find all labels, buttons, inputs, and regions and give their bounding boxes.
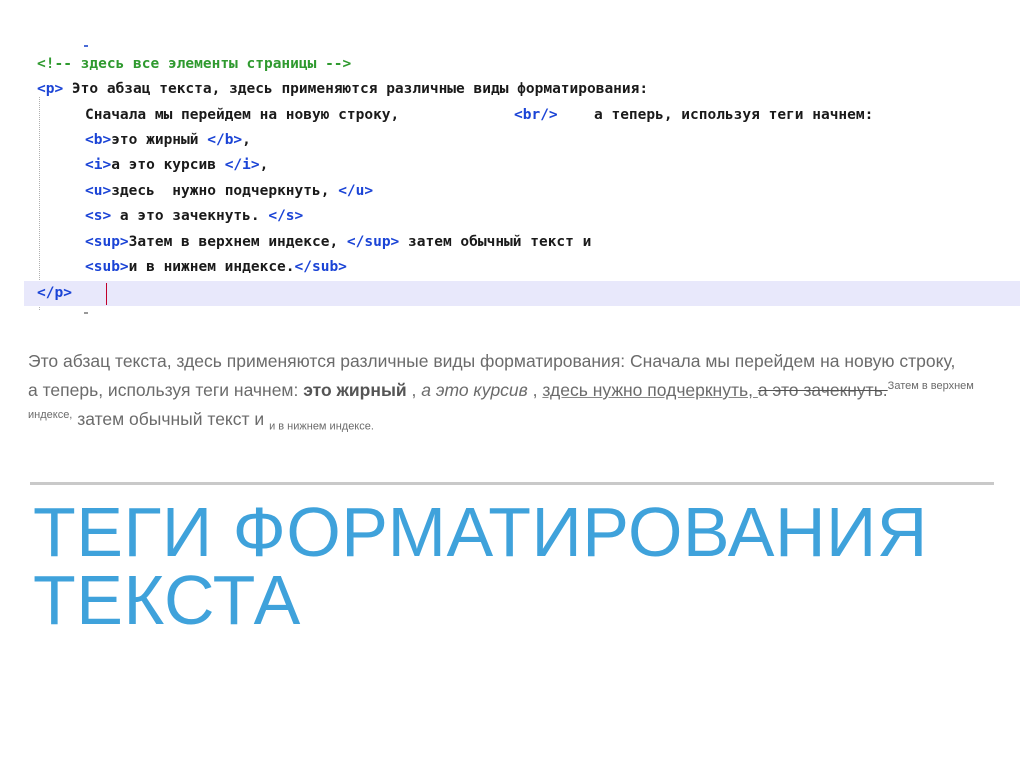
p-close-tag: </p>: [37, 285, 72, 301]
code-line-strike: <s> а это зачекнуть. </s>: [24, 204, 1020, 229]
p-open-tag: <p>: [37, 81, 64, 97]
rendered-lead: а теперь, используя теги начнем:: [28, 379, 304, 400]
code-line-comment: <!-- здесь все элементы страницы -->: [24, 52, 1020, 77]
br-after-text: а теперь, используя теги начнем:: [594, 107, 874, 123]
rendered-sub: и в нижнем индексе.: [269, 420, 374, 433]
code-line-bold: <b>это жирный </b>,: [24, 128, 1020, 153]
rendered-italic: а это курсив: [421, 379, 528, 400]
rendered-paragraph: Это абзац текста, здесь применяются разл…: [28, 349, 978, 439]
i-text: а это курсив: [111, 157, 225, 173]
sub-text: и в нижнем индексе.: [128, 259, 295, 275]
html-comment: <!-- здесь все элементы страницы -->: [37, 56, 352, 72]
slide-title: ТЕГИ ФОРМАТИРОВАНИЯ ТЕКСТА: [33, 493, 1013, 639]
b-text: это жирный: [111, 132, 208, 148]
code-line-sub: <sub>и в нижнем индексе.</sub>: [24, 255, 1020, 280]
fold-marker: [84, 45, 88, 47]
p-text: Это абзац текста, здесь применяются разл…: [63, 81, 649, 97]
br-tag: <br/>: [514, 107, 558, 123]
rendered-sep-2: ,: [527, 379, 543, 400]
i-close-tag: </i>: [224, 157, 260, 173]
fold-marker-end: [84, 312, 88, 314]
rendered-sep-1: ,: [406, 379, 422, 400]
s-text: а это зачекнуть.: [111, 208, 269, 224]
b-after: ,: [242, 132, 251, 148]
slide-title-line-2: ТЕКСТА: [33, 561, 301, 639]
slide-title-line-1: ТЕГИ ФОРМАТИРОВАНИЯ: [33, 493, 928, 571]
s-open-tag: <s>: [85, 208, 112, 224]
code-line-italic: <i>а это курсив </i>,: [24, 153, 1020, 178]
b-open-tag: <b>: [85, 132, 112, 148]
code-line-underline: <u>здесь нужно подчеркнуть, </u>: [24, 179, 1020, 204]
br-before-text: Сначала мы перейдем на новую строку,: [85, 107, 400, 123]
rendered-underline: здесь нужно подчеркнуть,: [542, 379, 758, 400]
rendered-strike: а это зачекнуть.: [757, 379, 888, 400]
title-divider: [30, 482, 994, 485]
text-cursor: [106, 283, 107, 305]
sub-close-tag: </sub>: [294, 259, 347, 275]
sup-open-tag: <sup>: [85, 234, 129, 250]
s-close-tag: </s>: [268, 208, 304, 224]
sup-after: затем обычный текст и: [399, 234, 592, 250]
code-line-p-close[interactable]: </p>: [24, 281, 1020, 306]
code-editor[interactable]: <!-- здесь все элементы страницы --> <p>…: [24, 30, 1020, 320]
u-open-tag: <u>: [85, 183, 112, 199]
sup-close-tag: </sup>: [346, 234, 400, 250]
rendered-bold: это жирный: [303, 379, 407, 400]
rendered-normal: затем обычный текст и: [72, 408, 270, 429]
i-open-tag: <i>: [85, 157, 112, 173]
code-line-p-open: <p> Это абзац текста, здесь применяются …: [24, 77, 1020, 102]
sub-open-tag: <sub>: [85, 259, 129, 275]
b-close-tag: </b>: [207, 132, 243, 148]
rendered-line-1: Это абзац текста, здесь применяются разл…: [28, 351, 956, 371]
u-text: здесь нужно подчеркнуть,: [111, 183, 339, 199]
sup-text: Затем в верхнем индексе,: [128, 234, 347, 250]
i-after: ,: [259, 157, 269, 173]
code-line-sup: <sup>Затем в верхнем индексе, </sup> зат…: [24, 230, 1020, 255]
code-line-br: Сначала мы перейдем на новую строку, <br…: [24, 103, 1020, 128]
u-close-tag: </u>: [338, 183, 374, 199]
